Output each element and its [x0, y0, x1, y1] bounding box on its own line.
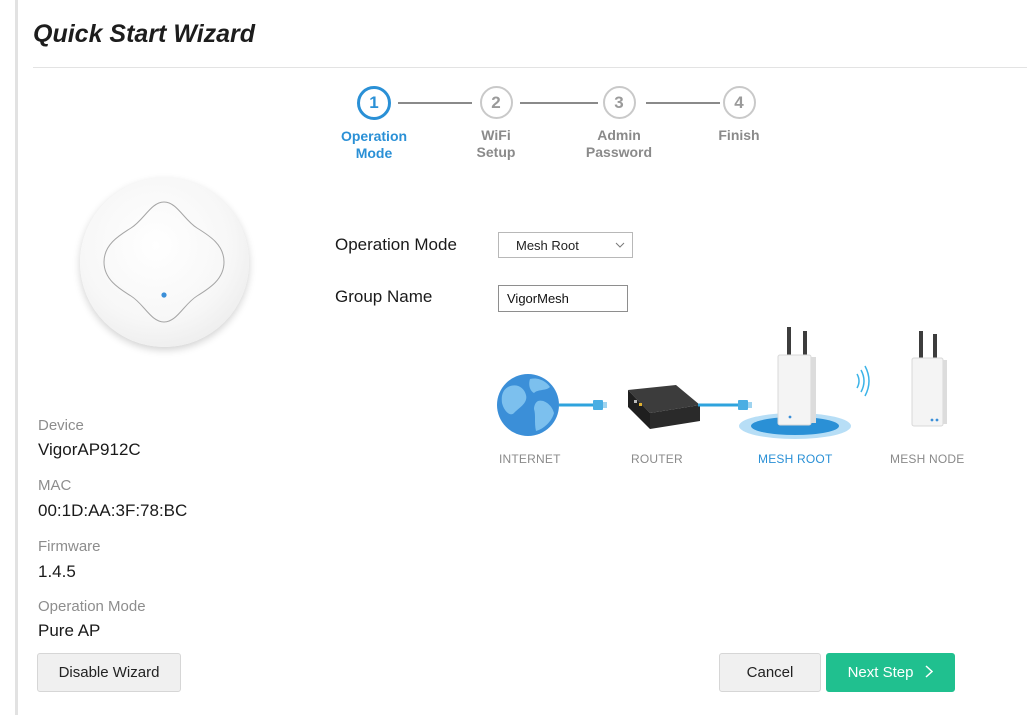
disable-wizard-label: Disable Wizard: [58, 664, 160, 681]
group-name-input[interactable]: [498, 285, 628, 312]
device-label: Device: [38, 417, 84, 434]
operation-mode-info-value: Pure AP: [38, 621, 101, 640]
step-label: Finish: [718, 127, 760, 143]
operation-mode-select[interactable]: Mesh Root: [498, 232, 633, 258]
disable-wizard-button[interactable]: Disable Wizard: [37, 653, 181, 692]
cancel-button[interactable]: Cancel: [719, 653, 821, 692]
operation-mode-selected-value: Mesh Root: [516, 237, 579, 253]
device-value: VigorAP912C: [38, 440, 141, 459]
access-point-image: [80, 178, 249, 347]
firmware-label: Firmware: [38, 538, 101, 555]
title-divider: [33, 67, 1027, 68]
next-step-button[interactable]: Next Step: [826, 653, 955, 692]
step-label: Operation Mode: [340, 128, 408, 161]
globe-icon: [497, 374, 559, 436]
mesh-topology-diagram: INTERNET ROUTER MESH ROOT MESH NODE: [480, 325, 990, 475]
operation-mode-info-label: Operation Mode: [38, 598, 146, 615]
topology-internet-label: INTERNET: [499, 452, 561, 466]
next-step-label: Next Step: [847, 664, 914, 681]
chevron-down-icon: [608, 240, 632, 251]
group-name-label: Group Name: [335, 287, 433, 306]
cancel-label: Cancel: [746, 664, 794, 681]
step-number: 2: [479, 86, 513, 119]
step-finish: 4 Finish: [699, 86, 779, 144]
operation-mode-label: Operation Mode: [335, 235, 457, 254]
step-number: 4: [722, 86, 756, 119]
wifi-signal-icon: [856, 365, 870, 397]
left-border: [15, 0, 18, 715]
firmware-value: 1.4.5: [38, 562, 76, 581]
topology-router-label: ROUTER: [631, 452, 683, 466]
router-icon: [628, 385, 700, 429]
mac-label: MAC: [38, 477, 72, 494]
topology-mesh-root-label: MESH ROOT: [758, 452, 833, 466]
step-admin-password: 3 Admin Password: [579, 86, 659, 161]
mac-value: 00:1D:AA:3F:78:BC: [38, 501, 188, 520]
page-title: Quick Start Wizard: [33, 20, 256, 48]
topology-graphic: [497, 327, 947, 439]
chevron-right-icon: [925, 663, 934, 683]
step-label: Admin Password: [585, 127, 653, 160]
step-label: WiFi Setup: [476, 127, 516, 160]
topology-mesh-node-label: MESH NODE: [890, 452, 965, 466]
wizard-stepper: 1 Operation Mode 2 WiFi Setup 3 Admin Pa…: [330, 86, 770, 176]
step-operation-mode: 1 Operation Mode: [334, 86, 414, 162]
step-number: 1: [357, 86, 391, 120]
access-point-icon: [103, 201, 225, 323]
mesh-node-ap-icon: [911, 331, 947, 427]
mesh-root-ap-icon: [739, 327, 851, 439]
step-wifi-setup: 2 WiFi Setup: [456, 86, 536, 161]
step-number: 3: [602, 86, 636, 119]
